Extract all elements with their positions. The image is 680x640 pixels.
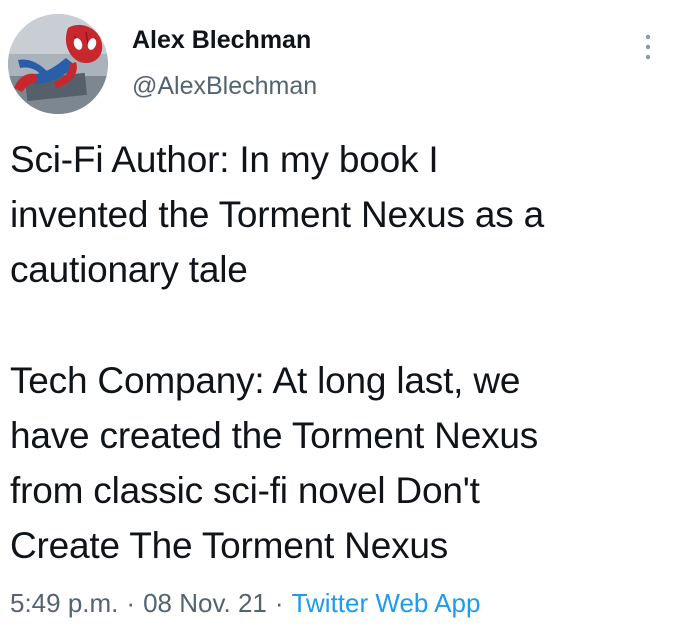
author-handle[interactable]: @AlexBlechman	[132, 72, 317, 101]
tweet-date[interactable]: 08 Nov. 21	[143, 588, 267, 618]
meta-separator: ·	[274, 588, 284, 618]
tweet-line: from classic sci-fi novel Don't	[10, 470, 480, 511]
more-vertical-icon[interactable]	[642, 32, 654, 62]
tweet-line: Sci-Fi Author: In my book I	[10, 139, 439, 180]
tweet-metadata: 5:49 p.m. · 08 Nov. 21 · Twitter Web App	[10, 588, 480, 619]
tweet-line: invented the Torment Nexus as a	[10, 194, 545, 235]
tweet-card: Alex Blechman @AlexBlechman Sci-Fi Autho…	[0, 0, 680, 640]
tweet-source-link[interactable]: Twitter Web App	[292, 588, 481, 618]
tweet-line: have created the Torment Nexus	[10, 415, 539, 456]
spiderman-avatar-image	[8, 14, 108, 114]
avatar[interactable]	[8, 14, 108, 114]
tweet-time[interactable]: 5:49 p.m.	[10, 588, 118, 618]
tweet-line: Create The Torment Nexus	[10, 525, 449, 566]
tweet-line: cautionary tale	[10, 249, 248, 290]
tweet-line: Tech Company: At long last, we	[10, 360, 521, 401]
author-display-name[interactable]: Alex Blechman	[132, 26, 311, 55]
meta-separator: ·	[126, 588, 136, 618]
tweet-text: Sci-Fi Author: In my book I invented the…	[10, 132, 670, 573]
